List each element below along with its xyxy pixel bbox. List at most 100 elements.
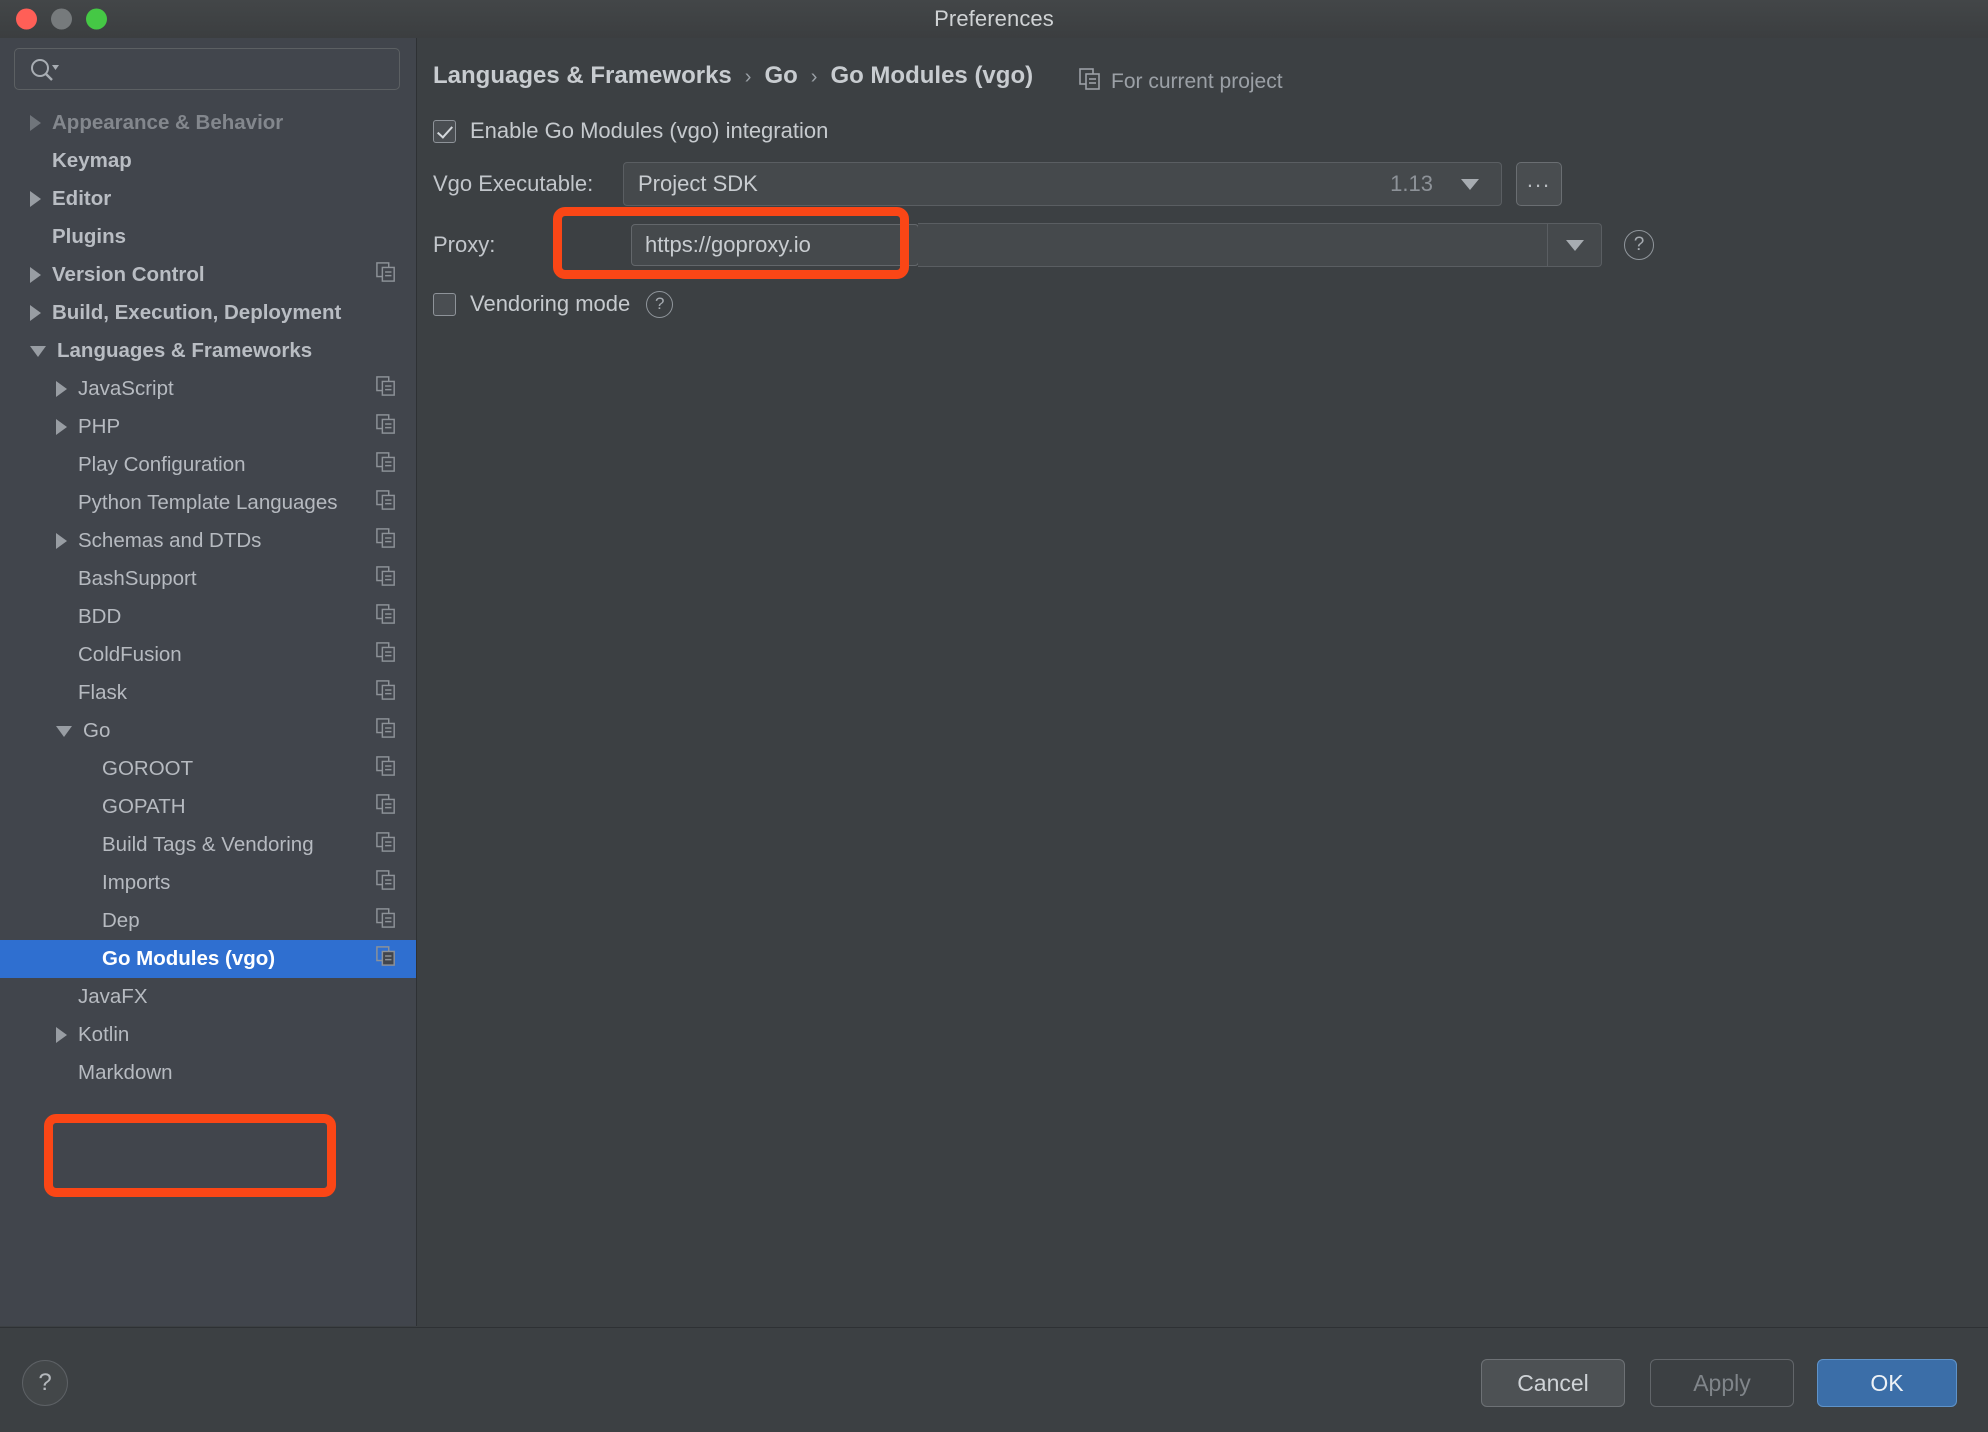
sidebar-item-label: Plugins — [52, 225, 127, 248]
vendoring-mode-help-icon[interactable]: ? — [646, 290, 674, 318]
sidebar-item-languages-frameworks[interactable]: Languages & Frameworks — [0, 332, 416, 370]
vgo-executable-dropdown-toggle[interactable] — [1439, 163, 1501, 205]
copy-settings-icon — [376, 414, 396, 440]
minimize-window-icon[interactable] — [51, 8, 72, 30]
vendoring-mode-checkbox[interactable] — [433, 292, 456, 316]
close-window-icon[interactable] — [16, 8, 37, 30]
sidebar-item-editor[interactable]: Editor — [0, 180, 416, 218]
copy-settings-icon — [1079, 68, 1101, 96]
sidebar-item-schemas-and-dtds[interactable]: Schemas and DTDs — [0, 522, 416, 560]
sidebar-item-php[interactable]: PHP — [0, 408, 416, 446]
sidebar-item-plugins[interactable]: Plugins — [0, 218, 416, 256]
apply-button[interactable]: Apply — [1650, 1359, 1794, 1407]
expand-twisty-icon[interactable] — [30, 267, 41, 283]
ok-button[interactable]: OK — [1817, 1359, 1957, 1407]
sidebar-item-label: GOPATH — [102, 795, 186, 818]
expand-twisty-icon[interactable] — [56, 419, 67, 435]
sidebar-item-label: Play Configuration — [78, 453, 246, 476]
breadcrumb-item-current: Go Modules (vgo) — [830, 62, 1034, 89]
breadcrumb: Languages & Frameworks › Go › Go Modules… — [433, 62, 1033, 90]
copy-settings-icon — [376, 870, 396, 896]
sidebar-item-build-tags-vendoring[interactable]: Build Tags & Vendoring — [0, 826, 416, 864]
proxy-dropdown-toggle[interactable] — [1547, 224, 1601, 266]
sidebar-item-coldfusion[interactable]: ColdFusion — [0, 636, 416, 674]
copy-settings-icon — [376, 376, 396, 402]
sidebar-item-markdown[interactable]: Markdown — [0, 1054, 416, 1092]
sidebar-item-label: BashSupport — [78, 567, 197, 590]
scope-label: For current project — [1111, 70, 1283, 93]
sidebar-item-bdd[interactable]: BDD — [0, 598, 416, 636]
expand-twisty-icon[interactable] — [56, 1027, 67, 1043]
collapse-twisty-icon[interactable] — [30, 345, 46, 357]
sidebar-item-label: BDD — [78, 605, 122, 628]
sidebar-item-javascript[interactable]: JavaScript — [0, 370, 416, 408]
sidebar-search-box[interactable] — [14, 48, 400, 90]
cancel-button[interactable]: Cancel — [1481, 1359, 1625, 1407]
copy-settings-icon — [376, 832, 396, 858]
window-title: Preferences — [934, 6, 1054, 31]
sidebar-item-go-modules-vgo[interactable]: Go Modules (vgo) — [0, 940, 416, 978]
sidebar-item-dep[interactable]: Dep — [0, 902, 416, 940]
help-button[interactable]: ? — [22, 1360, 68, 1406]
sidebar-item-imports[interactable]: Imports — [0, 864, 416, 902]
traffic-light-controls — [16, 8, 107, 30]
vgo-executable-browse-button[interactable]: ... — [1516, 162, 1562, 206]
sidebar-item-goroot[interactable]: GOROOT — [0, 750, 416, 788]
expand-twisty-icon[interactable] — [56, 533, 67, 549]
sidebar-item-python-template-languages[interactable]: Python Template Languages — [0, 484, 416, 522]
sidebar-item-build-execution-deployment[interactable]: Build, Execution, Deployment — [0, 294, 416, 332]
breadcrumb-item-go[interactable]: Go — [764, 62, 797, 90]
sidebar-item-label: Python Template Languages — [78, 491, 338, 514]
enable-go-modules-checkbox[interactable] — [433, 119, 456, 143]
sidebar-item-label: Flask — [78, 681, 127, 704]
sidebar-item-javafx[interactable]: JavaFX — [0, 978, 416, 1016]
proxy-help-icon[interactable]: ? — [1624, 230, 1654, 260]
sidebar-item-bashsupport[interactable]: BashSupport — [0, 560, 416, 598]
expand-twisty-icon[interactable] — [30, 191, 41, 207]
sidebar-item-label: PHP — [78, 415, 121, 438]
copy-settings-icon — [376, 756, 396, 782]
vgo-executable-value: Project SDK — [638, 171, 758, 196]
sidebar-item-label: Build, Execution, Deployment — [52, 301, 342, 324]
collapse-twisty-icon[interactable] — [56, 725, 72, 737]
expand-twisty-icon[interactable] — [56, 381, 67, 397]
copy-settings-icon — [376, 718, 396, 744]
sidebar-item-go[interactable]: Go — [0, 712, 416, 750]
dialog-footer: ? Cancel Apply OK — [0, 1327, 1988, 1432]
expand-twisty-icon[interactable] — [30, 305, 41, 321]
vgo-executable-combo[interactable]: Project SDK 1.13 — [623, 162, 1502, 206]
sidebar-item-kotlin[interactable]: Kotlin — [0, 1016, 416, 1054]
maximize-window-icon[interactable] — [86, 8, 107, 30]
breadcrumb-separator-icon: › — [744, 66, 752, 88]
sidebar-item-flask[interactable]: Flask — [0, 674, 416, 712]
proxy-combo[interactable] — [918, 223, 1602, 267]
sidebar-item-label: Go — [83, 719, 111, 742]
sidebar-item-appearance-behavior[interactable]: Appearance & Behavior — [0, 104, 416, 142]
expand-twisty-icon[interactable] — [30, 115, 41, 131]
copy-settings-icon — [376, 566, 396, 592]
sidebar-item-label: Languages & Frameworks — [57, 339, 313, 362]
vendoring-mode-row: Vendoring mode ? — [433, 278, 1973, 330]
copy-settings-icon — [376, 642, 396, 668]
sidebar-item-keymap[interactable]: Keymap — [0, 142, 416, 180]
breadcrumb-item-root[interactable]: Languages & Frameworks — [433, 62, 732, 90]
sidebar-item-version-control[interactable]: Version Control — [0, 256, 416, 294]
sidebar-item-label: Go Modules (vgo) — [102, 947, 276, 970]
copy-settings-icon — [376, 262, 396, 288]
search-input[interactable] — [59, 58, 399, 80]
proxy-input[interactable]: https://goproxy.io — [631, 224, 919, 266]
sidebar-item-label: Schemas and DTDs — [78, 529, 262, 552]
copy-settings-icon — [376, 908, 396, 934]
copy-settings-icon — [376, 452, 396, 478]
copy-settings-icon — [376, 604, 396, 630]
sidebar-item-label: Imports — [102, 871, 171, 894]
sidebar-item-gopath[interactable]: GOPATH — [0, 788, 416, 826]
sidebar-item-label: ColdFusion — [78, 643, 182, 666]
sidebar-item-play-configuration[interactable]: Play Configuration — [0, 446, 416, 484]
